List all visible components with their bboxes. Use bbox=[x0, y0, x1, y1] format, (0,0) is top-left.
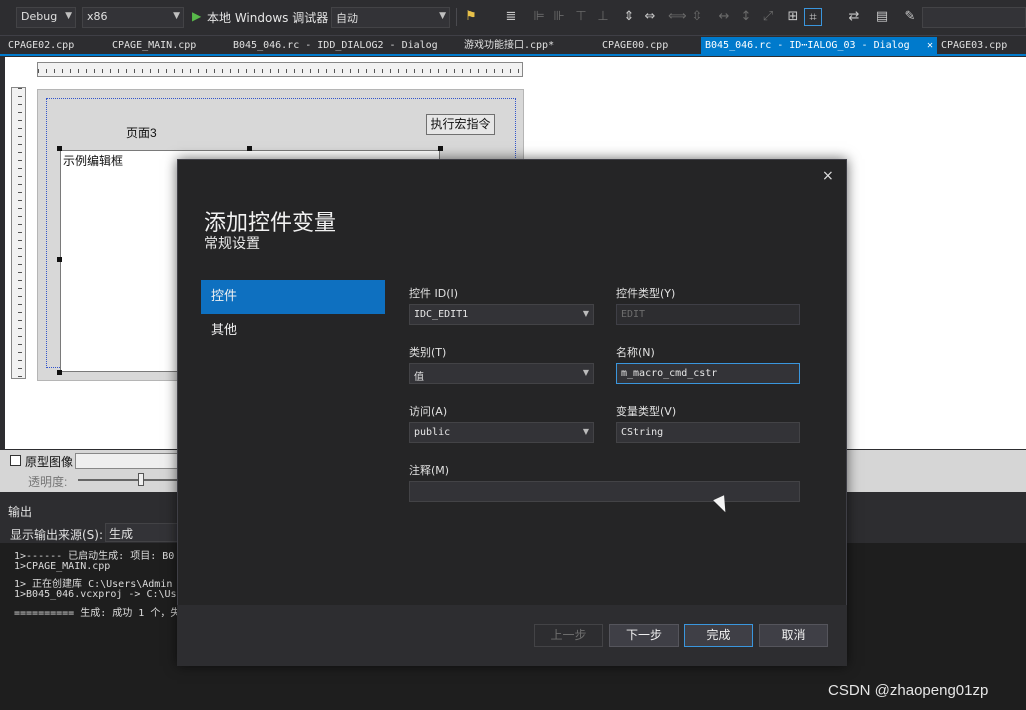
center-horizontal-icon[interactable]: ⇔ bbox=[641, 8, 659, 26]
tab-order-icon[interactable]: ⇄ bbox=[845, 8, 863, 26]
comment-icon[interactable]: ≣ bbox=[502, 8, 520, 26]
edit-icon[interactable]: ✎ bbox=[901, 8, 919, 26]
toolbar-separator bbox=[456, 8, 457, 26]
align-left-icon[interactable]: ⊫ bbox=[530, 8, 548, 26]
chevron-down-icon: ▼ bbox=[582, 427, 589, 436]
access-label: 访问(A) bbox=[409, 405, 448, 418]
document-tabs: CPAGE02.cpp CPAGE_MAIN.cpp B045_046.rc -… bbox=[0, 37, 1026, 56]
auto-dropdown[interactable]: 自动 ▼ bbox=[331, 7, 450, 28]
variable-type-input[interactable]: CString bbox=[616, 422, 800, 443]
align-right-icon[interactable]: ⊪ bbox=[550, 8, 568, 26]
output-line: 1> 正在创建库 C:\Users\Admin bbox=[14, 579, 173, 590]
tab-dialog3-label: B045_046.rc - ID⋯IALOG_03 - Dialog bbox=[705, 40, 910, 51]
align-top-icon[interactable]: ⊤ bbox=[572, 8, 590, 26]
toolbar: Debug ▼ x86 ▼ ▶ 本地 Windows 调试器 自动 ▼ ⚑ ≣ ⊫ ⊪… bbox=[0, 0, 1026, 36]
same-width-icon[interactable]: ↔ bbox=[715, 8, 733, 26]
prototype-image-field[interactable] bbox=[75, 453, 185, 469]
vertical-ruler bbox=[11, 87, 26, 379]
watermark: CSDN @zhaopeng01zp bbox=[828, 682, 989, 699]
category-value: 值 bbox=[414, 372, 424, 383]
config-dropdown[interactable]: Debug ▼ bbox=[16, 7, 76, 28]
same-height-icon[interactable]: ↕ bbox=[737, 8, 755, 26]
chevron-down-icon: ▼ bbox=[582, 309, 589, 318]
execute-macro-button[interactable]: 执行宏指令 bbox=[426, 114, 495, 135]
next-button[interactable]: 下一步 bbox=[609, 624, 679, 647]
output-source-dropdown[interactable]: 生成 bbox=[105, 523, 180, 542]
output-title: 输出 bbox=[8, 505, 33, 519]
transparency-slider-track[interactable] bbox=[78, 479, 178, 481]
access-dropdown[interactable]: public ▼ bbox=[409, 422, 594, 443]
tab-cpage00[interactable]: CPAGE00.cpp bbox=[598, 37, 672, 55]
resize-handle[interactable] bbox=[57, 370, 62, 375]
resize-handle[interactable] bbox=[57, 257, 62, 262]
chevron-down-icon: ▼ bbox=[65, 11, 72, 21]
chevron-down-icon: ▼ bbox=[173, 11, 180, 21]
tab-cpage-main[interactable]: CPAGE_MAIN.cpp bbox=[108, 37, 200, 55]
same-size-icon[interactable]: ⤢ bbox=[759, 8, 777, 26]
toolbar-search-field[interactable] bbox=[922, 7, 1026, 28]
auto-value: 自动 bbox=[336, 12, 358, 25]
prev-button[interactable]: 上一步 bbox=[534, 624, 603, 647]
output-source-label: 显示输出来源(S): bbox=[10, 528, 104, 542]
output-line: 1>B045_046.vcxproj -> C:\User bbox=[14, 589, 189, 600]
cancel-button[interactable]: 取消 bbox=[759, 624, 828, 647]
prototype-image-checkbox[interactable] bbox=[10, 455, 21, 466]
variable-type-label: 变量类型(V) bbox=[616, 405, 677, 418]
tab-dialog3[interactable]: B045_046.rc - ID⋯IALOG_03 - Dialog ✕ bbox=[701, 37, 937, 55]
platform-value: x86 bbox=[87, 10, 108, 23]
transparency-label: 透明度: bbox=[28, 475, 68, 489]
test-dialog-icon[interactable]: ▤ bbox=[873, 8, 891, 26]
comment-label: 注释(M) bbox=[409, 464, 450, 477]
resize-handle[interactable] bbox=[57, 146, 62, 151]
tab-cpage03[interactable]: CPAGE03.cpp bbox=[937, 37, 1011, 55]
resize-handle[interactable] bbox=[247, 146, 252, 151]
platform-dropdown[interactable]: x86 ▼ bbox=[82, 7, 184, 28]
chevron-down-icon: ▼ bbox=[582, 368, 589, 377]
access-value: public bbox=[414, 427, 451, 438]
control-id-label: 控件 ID(I) bbox=[409, 287, 459, 300]
comment-input[interactable] bbox=[409, 481, 800, 502]
page-label[interactable]: 页面3 bbox=[126, 124, 157, 141]
play-icon[interactable]: ▶ bbox=[192, 9, 201, 23]
sample-edit-text: 示例编辑框 bbox=[63, 154, 124, 168]
grid-icon[interactable]: ⊞ bbox=[784, 8, 802, 26]
control-id-dropdown[interactable]: IDC_EDIT1 ▼ bbox=[409, 304, 594, 325]
control-type-field: EDIT bbox=[616, 304, 800, 325]
horizontal-ruler bbox=[37, 62, 523, 77]
tab-game-interface[interactable]: 游戏功能接口.cpp* bbox=[460, 37, 558, 55]
resize-handle[interactable] bbox=[438, 146, 443, 151]
nav-item-control[interactable]: 控件 bbox=[201, 280, 385, 314]
space-down-icon[interactable]: ⇳ bbox=[688, 8, 706, 26]
prototype-image-label: 原型图像 bbox=[25, 455, 74, 469]
config-value: Debug bbox=[21, 10, 58, 23]
close-icon[interactable]: ✕ bbox=[927, 37, 933, 55]
dialog-subtitle: 常规设置 bbox=[204, 235, 260, 251]
tab-cpage02[interactable]: CPAGE02.cpp bbox=[4, 37, 78, 55]
control-type-label: 控件类型(Y) bbox=[616, 287, 676, 300]
run-debugger-button[interactable]: 本地 Windows 调试器 bbox=[207, 9, 328, 26]
find-icon[interactable]: ⚑ bbox=[462, 8, 480, 26]
name-label: 名称(N) bbox=[616, 346, 655, 359]
output-line: 1>------ 已启动生成: 项目: B0 bbox=[14, 551, 175, 562]
category-label: 类别(T) bbox=[409, 346, 447, 359]
name-input[interactable]: m_macro_cmd_cstr bbox=[616, 363, 800, 384]
finish-button[interactable]: 完成 bbox=[684, 624, 753, 647]
guides-icon[interactable]: ⌗ bbox=[804, 8, 822, 26]
output-line: 1>CPAGE_MAIN.cpp bbox=[14, 561, 111, 572]
space-across-icon[interactable]: ⟺ bbox=[668, 8, 687, 26]
control-id-value: IDC_EDIT1 bbox=[414, 309, 469, 320]
close-icon[interactable]: × bbox=[822, 168, 834, 184]
align-bottom-icon[interactable]: ⊥ bbox=[594, 8, 612, 26]
transparency-slider-thumb[interactable] bbox=[138, 473, 144, 486]
center-vertical-icon[interactable]: ⇕ bbox=[620, 8, 638, 26]
nav-item-other[interactable]: 其他 bbox=[201, 314, 385, 348]
output-line: ========== 生成: 成功 1 个，失 bbox=[14, 608, 181, 619]
tab-dialog2[interactable]: B045_046.rc - IDD_DIALOG2 - Dialog bbox=[229, 37, 442, 55]
chevron-down-icon: ▼ bbox=[439, 11, 446, 21]
category-dropdown[interactable]: 值 ▼ bbox=[409, 363, 594, 384]
